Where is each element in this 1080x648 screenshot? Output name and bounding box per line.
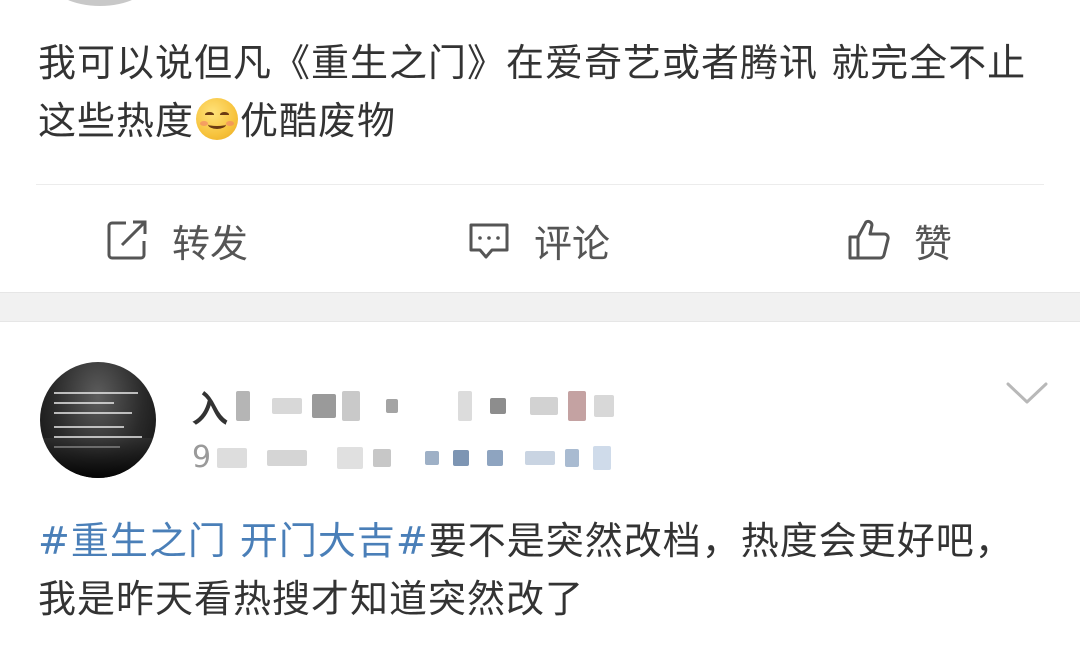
hashtag-link[interactable]: #重生之门 开门大吉# [38, 519, 429, 563]
username[interactable]: 入 [192, 380, 615, 432]
comment-button[interactable]: 评论 [466, 212, 610, 268]
previous-avatar[interactable] [50, 0, 150, 6]
share-icon [104, 217, 150, 263]
comment-label: 评论 [534, 221, 611, 266]
username-text: 入 [192, 389, 229, 430]
post-meta: 9 [192, 440, 612, 475]
post-separator [0, 292, 1080, 322]
post-body[interactable]: 我可以说但凡《重生之门》在爱奇艺或者腾讯 就完全不止这些热度 优酷废物 [38, 34, 1048, 150]
thumbs-up-icon [846, 217, 892, 263]
divider [36, 184, 1044, 185]
repost-label: 转发 [172, 221, 249, 266]
comment-icon [466, 217, 512, 263]
post-body[interactable]: #重生之门 开门大吉#要不是突然改档，热度会更好吧，我是昨天看热搜才知道突然改了 [38, 512, 1048, 628]
feed-page: 我可以说但凡《重生之门》在爱奇艺或者腾讯 就完全不止这些热度 优酷废物 转发 评论 [0, 0, 1080, 648]
avatar[interactable] [40, 362, 156, 478]
chevron-down-icon[interactable] [1004, 378, 1050, 412]
meta-text: 9 [192, 440, 212, 475]
post-text: 我可以说但凡《重生之门》在爱奇艺或者腾讯 就完全不止这些热度 [38, 41, 1027, 143]
repost-button[interactable]: 转发 [104, 212, 248, 268]
like-label: 赞 [914, 221, 953, 266]
blurred-meta [217, 447, 248, 468]
smile-emoji-icon [196, 98, 239, 140]
post-text-tail: 优酷废物 [240, 99, 397, 143]
like-button[interactable]: 赞 [846, 212, 952, 268]
blurred-username [236, 391, 251, 421]
